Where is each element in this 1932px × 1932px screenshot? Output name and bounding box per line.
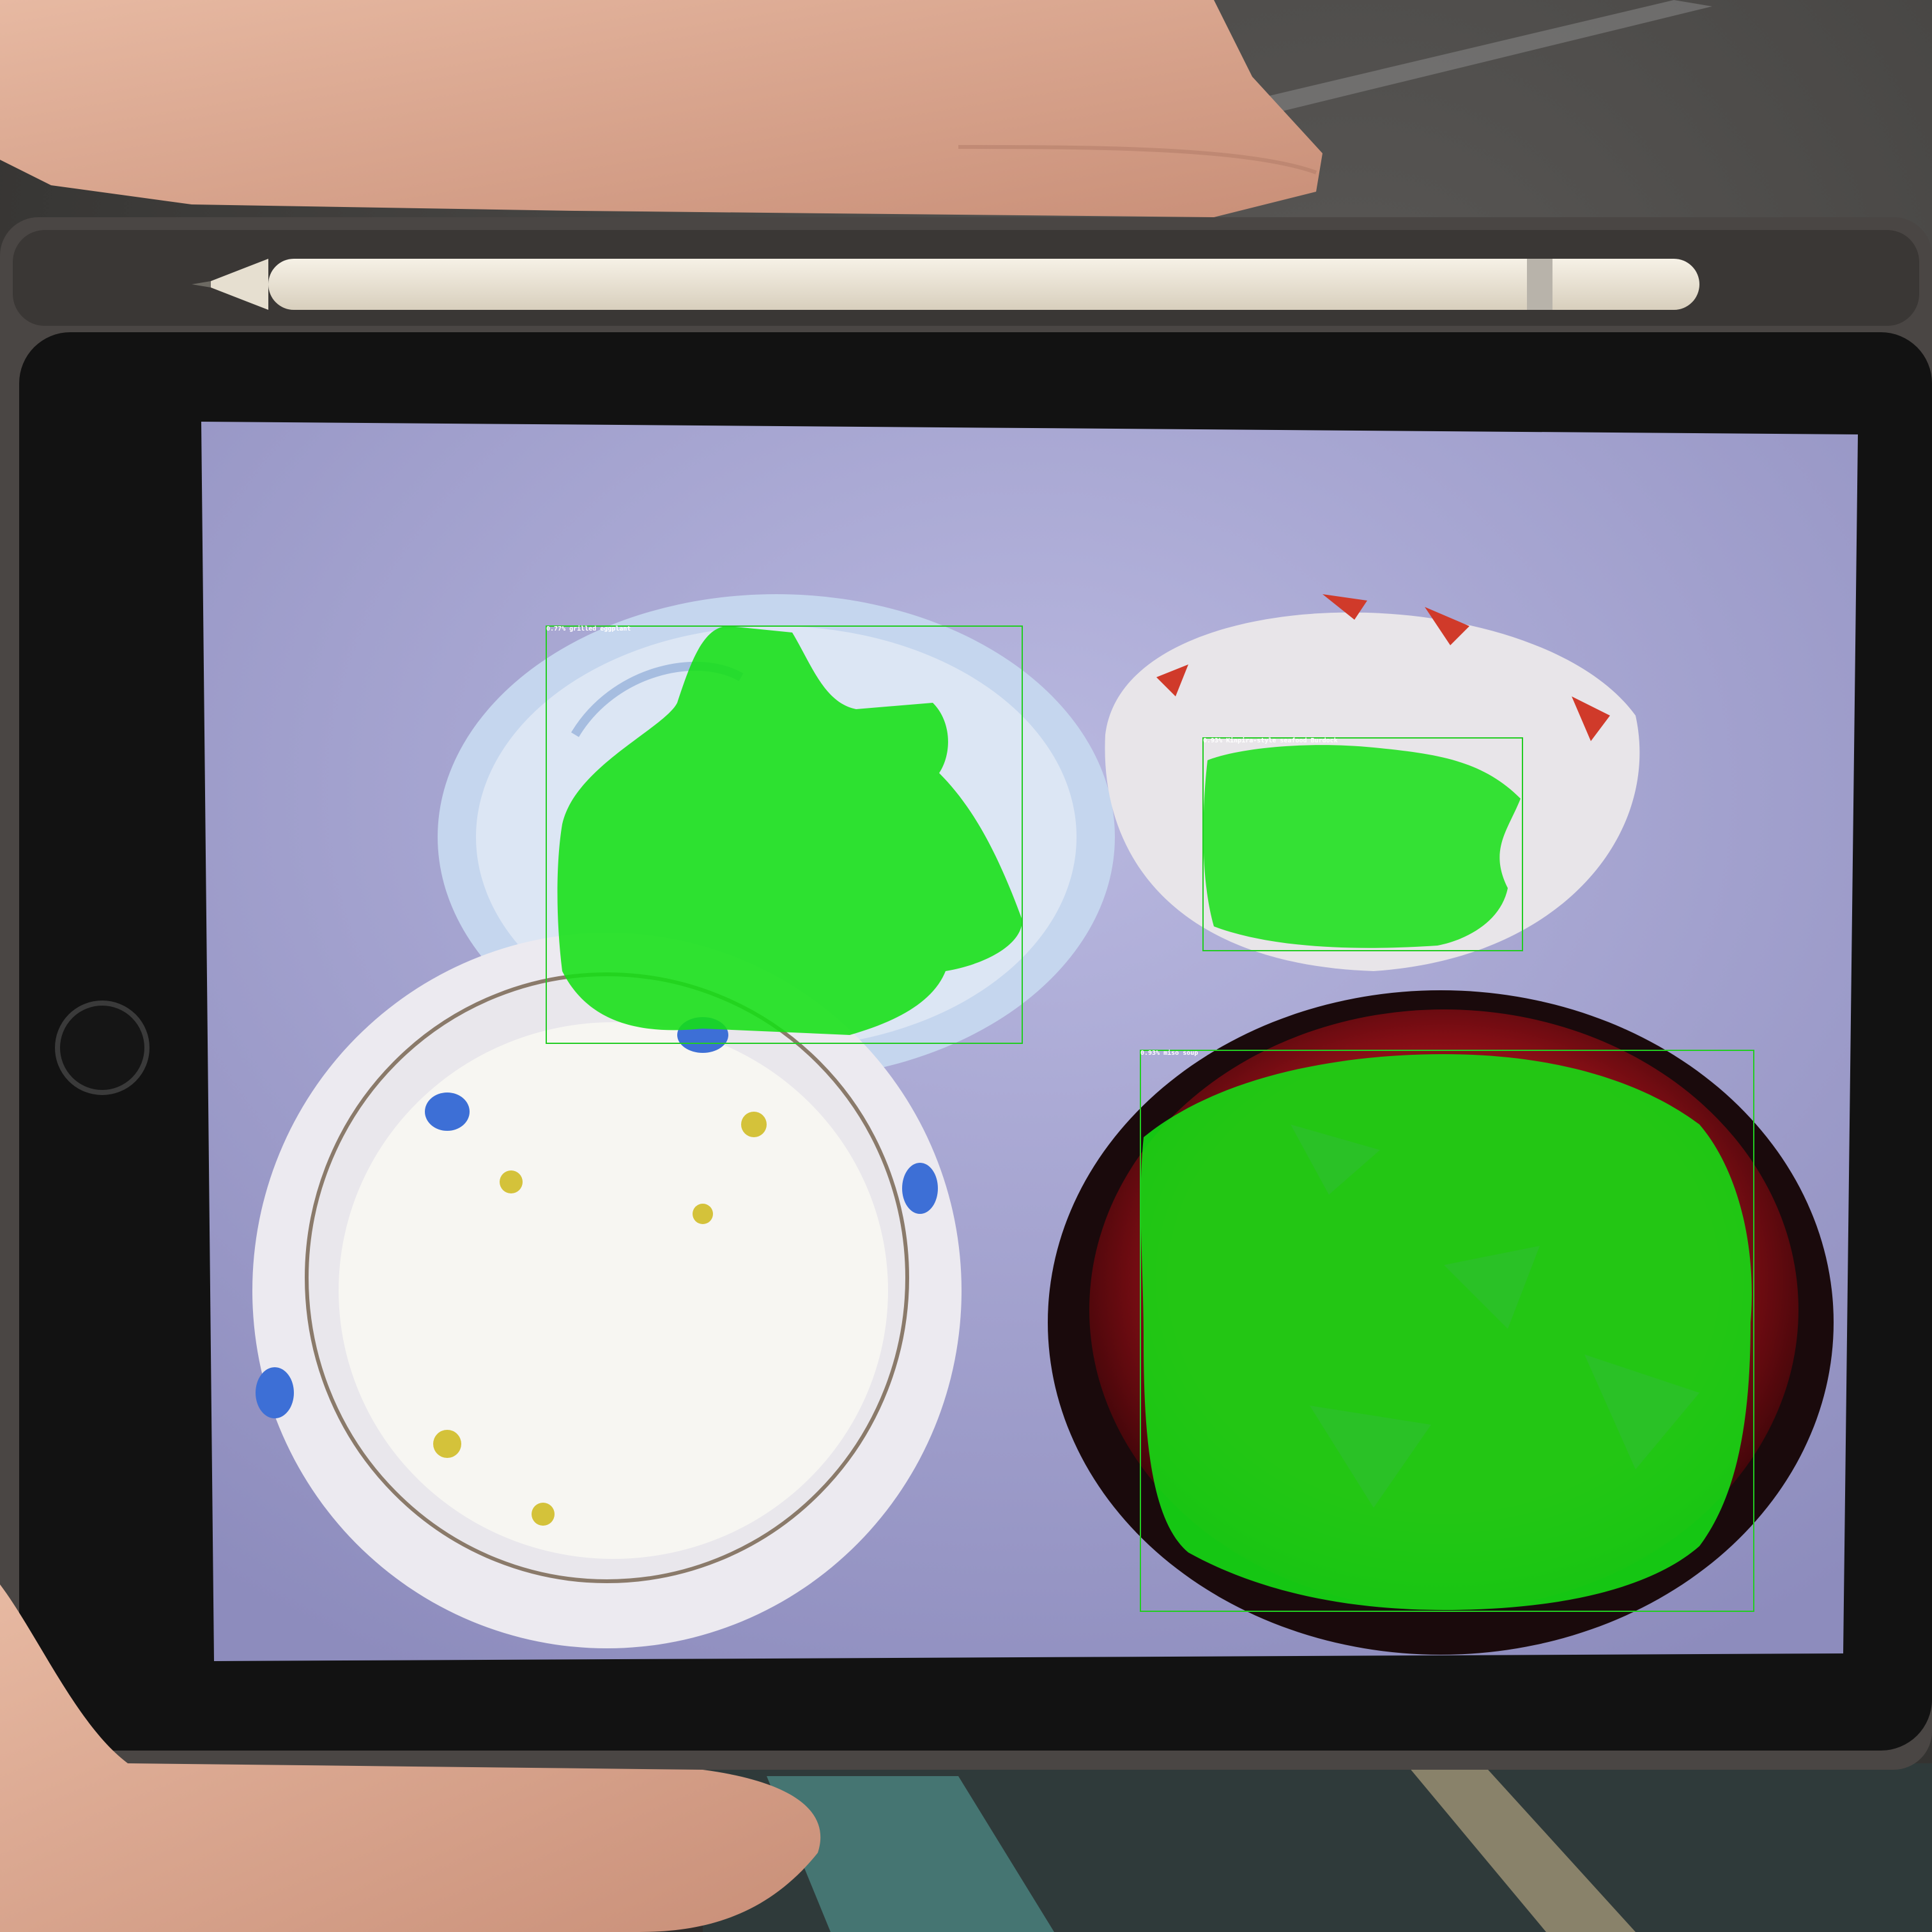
home-button-icon <box>55 1000 150 1095</box>
mask-kinpira-burdock <box>1203 745 1521 948</box>
photo-scene: 0.77% grilled eggplant 0.93% Kinpira-sty… <box>0 0 1932 1932</box>
detection-label-grilled-eggplant: 0.77% grilled eggplant <box>546 625 631 632</box>
apple-pencil <box>192 259 1699 310</box>
detection-label-miso-soup: 0.93% miso soup <box>1140 1049 1198 1057</box>
top-hand <box>0 0 1322 217</box>
mask-miso-soup <box>1140 1054 1752 1610</box>
detection-label-kinpira-burdock: 0.93% Kinpira-style seafood Burdock <box>1203 737 1338 744</box>
